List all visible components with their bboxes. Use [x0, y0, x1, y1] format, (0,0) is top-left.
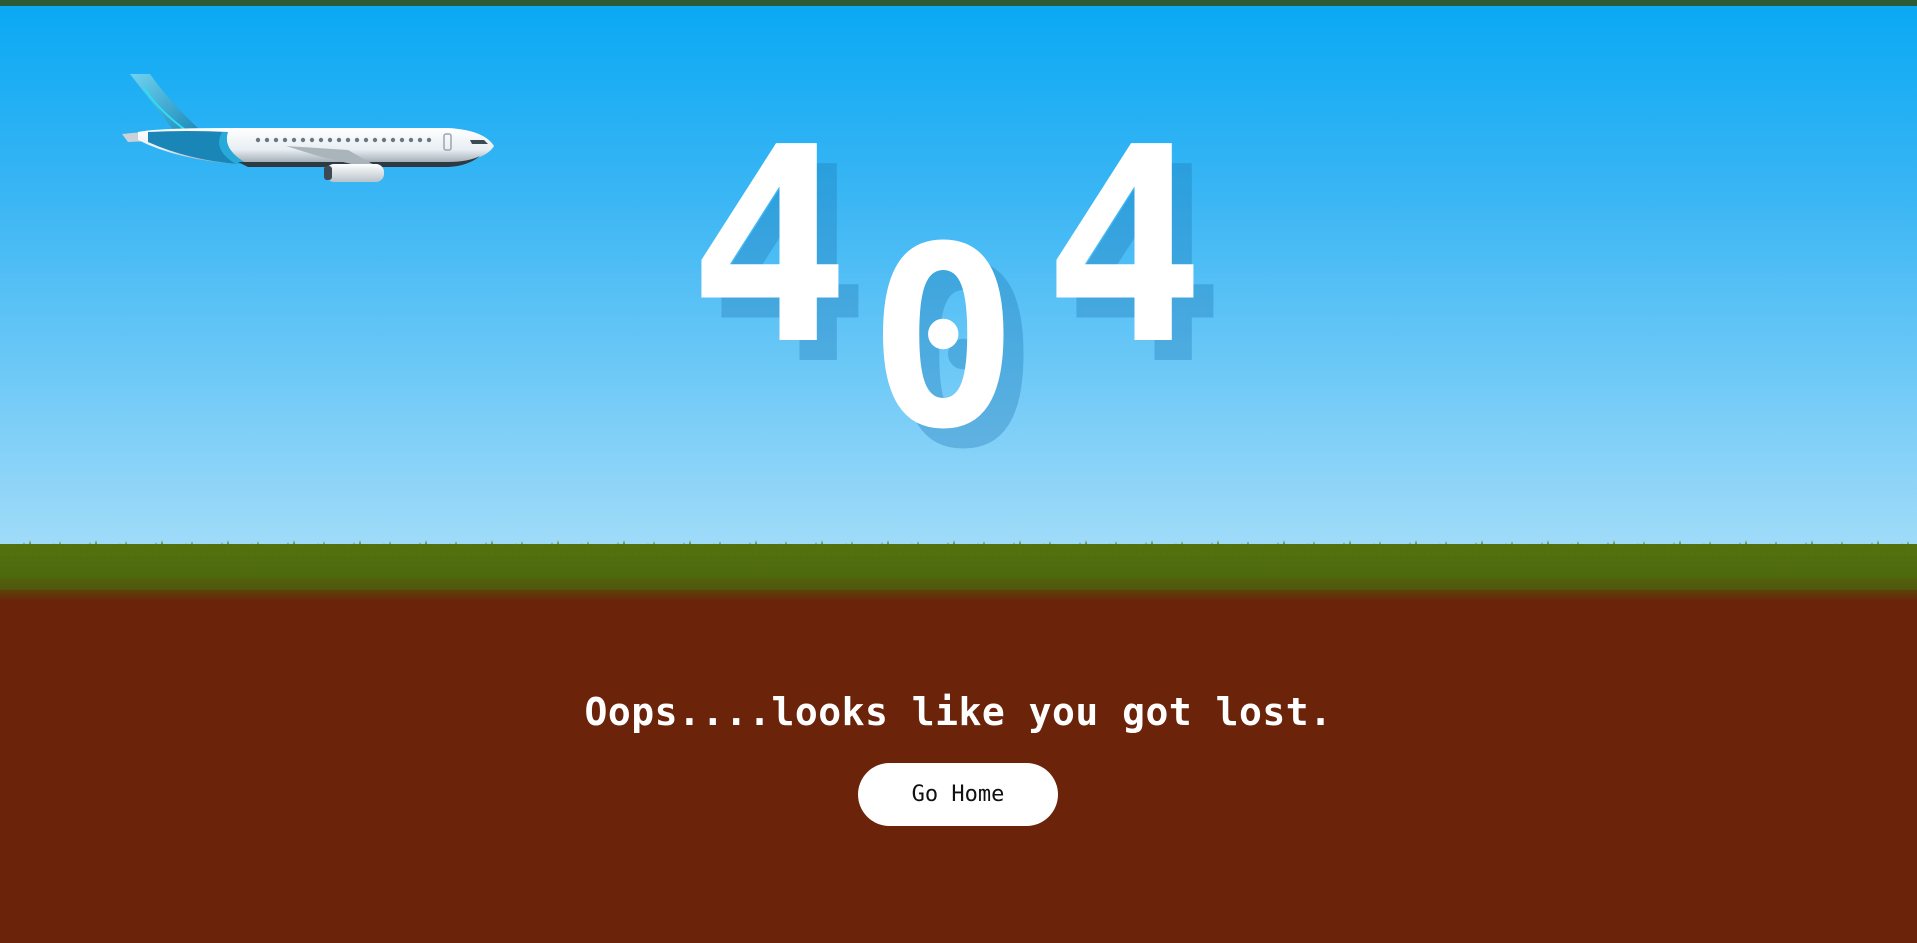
- airplane-icon: [118, 70, 500, 188]
- top-bar: [0, 0, 1917, 6]
- error-digit-first: 4: [688, 89, 851, 404]
- go-home-button[interactable]: Go Home: [858, 763, 1058, 826]
- lost-message: Oops....looks like you got lost.: [584, 690, 1333, 734]
- error-digit-last: 4: [1043, 89, 1206, 404]
- ground-edge: [0, 582, 1917, 602]
- error-digit-middle: 0: [868, 193, 1019, 484]
